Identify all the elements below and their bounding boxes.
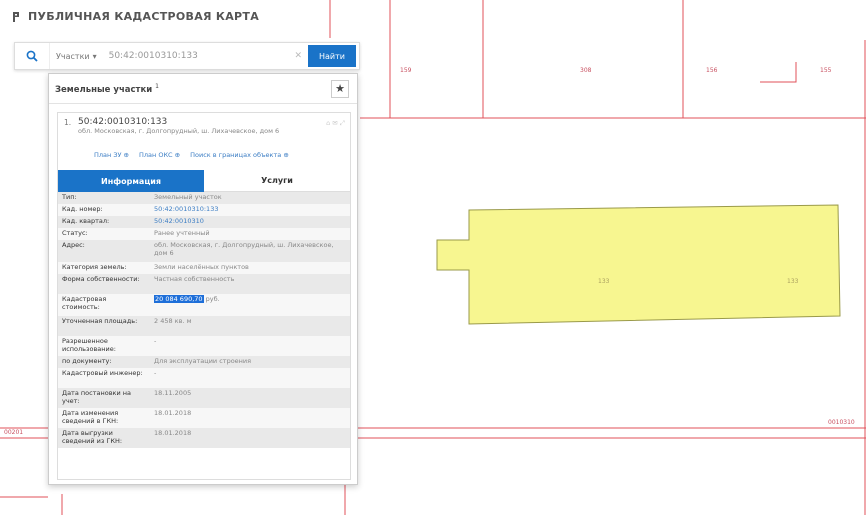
attribute-key: Кад. квартал: <box>58 216 150 228</box>
attribute-value[interactable]: 50:42:0010310:133 <box>150 204 350 216</box>
attribute-key: Форма собственности: <box>58 274 150 294</box>
results-count: 1 <box>155 82 159 90</box>
attribute-key: Уточненная площадь: <box>58 316 150 336</box>
tab-services[interactable]: Услуги <box>204 170 350 192</box>
attribute-value: 2 458 кв. м <box>150 316 350 336</box>
results-title: Земельные участки 1 <box>55 82 159 95</box>
attribute-key: Статус: <box>58 228 150 240</box>
attribute-key: Категория земель: <box>58 262 150 274</box>
attribute-value: 18.11.2005 <box>150 388 350 408</box>
attribute-key: Дата изменения сведений в ГКН: <box>58 408 150 428</box>
table-row: Уточненная площадь: 2 458 кв. м <box>58 316 350 336</box>
card-controls[interactable]: ⌂ ✉ ⤢ <box>326 119 345 128</box>
attribute-value: Ранее учтенный <box>150 228 350 240</box>
attribute-value: - <box>150 368 350 388</box>
table-row: Разрешенное использование: - <box>58 336 350 356</box>
search-type-label: Участки <box>56 51 90 61</box>
attribute-value: Земли населённых пунктов <box>150 262 350 274</box>
map-label: 156 <box>706 67 718 74</box>
table-row: Адрес: обл. Московская, г. Долгопрудный, … <box>58 240 350 262</box>
app-logo: ПУБЛИЧНАЯ КАДАСТРОВАЯ КАРТА <box>12 10 259 23</box>
table-row: Кадастровая стоимость: 20 084 690,70 руб. <box>58 294 350 316</box>
results-panel: Земельные участки 1 ★ 1. 50:42:0010310:1… <box>48 73 358 485</box>
chevron-down-icon: ▾ <box>92 51 97 61</box>
attribute-key: Тип: <box>58 192 150 204</box>
selected-parcel <box>436 204 841 325</box>
table-row: Статус: Ранее учтенный <box>58 228 350 240</box>
map-label: 133 <box>787 278 799 285</box>
attributes-table: Тип: Земельный участок Кад. номер: 50:42:00… <box>58 192 350 448</box>
plan-oks-link[interactable]: План ОКС ⊕ <box>139 151 180 159</box>
map-label: 133 <box>598 278 610 285</box>
map-label: 308 <box>580 67 592 74</box>
attribute-value: 20 084 690,70 руб. <box>150 294 350 316</box>
search-within-link[interactable]: Поиск в границах объекта ⊕ <box>190 151 289 159</box>
attribute-key: Дата выгрузки сведений из ГКН: <box>58 428 150 448</box>
tab-info[interactable]: Информация <box>58 170 204 192</box>
table-row: Дата выгрузки сведений из ГКН: 18.01.2018 <box>58 428 350 448</box>
attribute-key: Разрешенное использование: <box>58 336 150 356</box>
table-row: Категория земель: Земли населённых пункто… <box>58 262 350 274</box>
logo-icon <box>13 11 19 22</box>
search-icon[interactable] <box>15 43 49 69</box>
map-label: 155 <box>820 67 832 74</box>
attribute-value[interactable]: 50:42:0010310 <box>150 216 350 228</box>
map-label: 0010310 <box>828 419 855 426</box>
attribute-key: по документу: <box>58 356 150 368</box>
attribute-key: Кадастровая стоимость: <box>58 294 150 316</box>
table-row: Форма собственности: Частная собственност… <box>58 274 350 294</box>
search-type-select[interactable]: Участки ▾ <box>49 43 103 69</box>
attribute-value: Земельный участок <box>150 192 350 204</box>
panel-header: Земельные участки 1 ★ <box>49 74 357 104</box>
table-row: Тип: Земельный участок <box>58 192 350 204</box>
highlighted-value: 20 084 690,70 <box>154 295 204 303</box>
table-row: Кад. квартал: 50:42:0010310 <box>58 216 350 228</box>
attribute-value: Частная собственность <box>150 274 350 294</box>
star-icon[interactable]: ★ <box>331 79 349 98</box>
plan-zu-link[interactable]: План ЗУ ⊕ <box>94 151 129 159</box>
attribute-key: Кадастровый инженер: <box>58 368 150 388</box>
parcel-address: обл. Московская, г. Долгопрудный, ш. Лих… <box>78 127 280 135</box>
map-label: 159 <box>400 67 412 74</box>
parcel-card: 1. 50:42:0010310:133 обл. Московская, г.… <box>57 112 351 480</box>
attribute-value: 18.01.2018 <box>150 408 350 428</box>
parcel-links: План ЗУ ⊕ План ОКС ⊕ Поиск в границах об… <box>94 151 289 159</box>
clear-icon[interactable]: ✕ <box>288 51 308 61</box>
attribute-value: 18.01.2018 <box>150 428 350 448</box>
table-row: по документу: Для эксплуатации строения <box>58 356 350 368</box>
search-bar: Участки ▾ ✕ Найти <box>14 42 360 70</box>
find-button[interactable]: Найти <box>308 45 356 67</box>
attribute-value: обл. Московская, г. Долгопрудный, ш. Лих… <box>150 240 350 262</box>
parcel-card-header: 1. 50:42:0010310:133 обл. Московская, г.… <box>58 113 350 170</box>
table-row: Дата постановки на учет: 18.11.2005 <box>58 388 350 408</box>
attribute-value: - <box>150 336 350 356</box>
table-row: Дата изменения сведений в ГКН: 18.01.2018 <box>58 408 350 428</box>
attribute-key: Кад. номер: <box>58 204 150 216</box>
search-input[interactable] <box>102 43 289 69</box>
map-label: 00201 <box>4 429 23 436</box>
table-row: Кадастровый инженер: - <box>58 368 350 388</box>
attribute-key: Дата постановки на учет: <box>58 388 150 408</box>
table-row: Кад. номер: 50:42:0010310:133 <box>58 204 350 216</box>
card-tabs: Информация Услуги <box>58 170 350 192</box>
app-title: ПУБЛИЧНАЯ КАДАСТРОВАЯ КАРТА <box>28 10 260 23</box>
attribute-value: Для эксплуатации строения <box>150 356 350 368</box>
value-suffix: руб. <box>203 295 220 303</box>
parcel-number[interactable]: 50:42:0010310:133 <box>78 117 344 127</box>
attribute-key: Адрес: <box>58 240 150 262</box>
parcel-index: 1. <box>64 118 72 127</box>
